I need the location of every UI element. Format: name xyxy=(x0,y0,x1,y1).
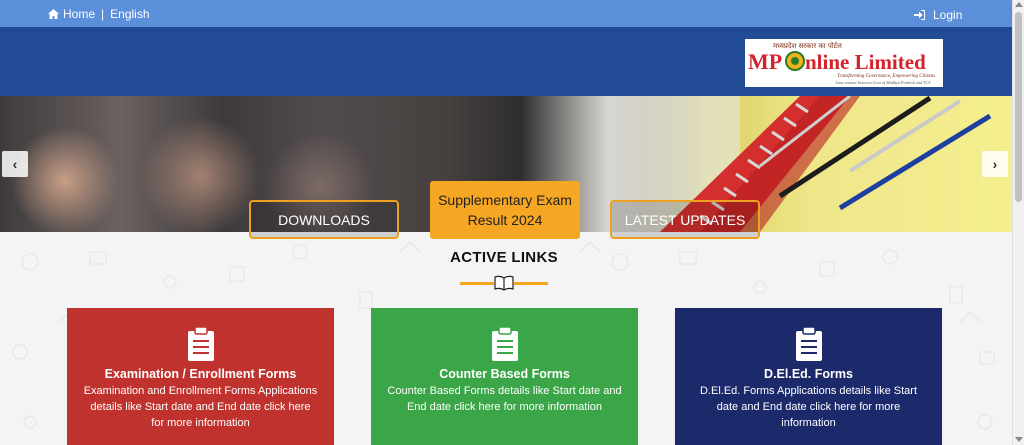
top-nav: Home | English xyxy=(48,7,150,21)
svg-text:मध्यप्रदेश सरकार का पोर्टल: मध्यप्रदेश सरकार का पोर्टल xyxy=(773,41,842,50)
sign-in-icon[interactable] xyxy=(914,10,925,20)
book-icon xyxy=(494,275,514,291)
carousel-next-button[interactable]: › xyxy=(982,151,1008,177)
top-bar: Home | English Login xyxy=(0,0,1012,27)
scrollbar-thumb[interactable] xyxy=(1015,12,1022,202)
result-tab-line1: Supplementary Exam xyxy=(438,192,572,208)
deled-forms-card[interactable]: D.El.Ed. Forms D.El.Ed. Forms Applicatio… xyxy=(675,308,942,445)
downloads-tab[interactable]: DOWNLOADS xyxy=(249,200,399,239)
svg-text:nline Limited: nline Limited xyxy=(805,50,926,74)
clipboard-icon xyxy=(795,326,822,361)
home-link[interactable]: Home xyxy=(63,7,95,21)
scroll-up-arrow[interactable] xyxy=(1015,2,1023,7)
chevron-left-icon: ‹ xyxy=(12,156,18,172)
card-title: D.El.Ed. Forms xyxy=(764,367,853,381)
card-title: Examination / Enrollment Forms xyxy=(104,367,297,381)
svg-text:MP: MP xyxy=(748,49,782,74)
examination-forms-card[interactable]: Examination / Enrollment Forms Examinati… xyxy=(67,308,334,445)
card-description: D.El.Ed. Forms Applications details like… xyxy=(699,385,918,429)
card-description: Examination and Enrollment Forms Applica… xyxy=(83,385,318,429)
nav-separator: | xyxy=(101,7,105,21)
svg-text:Joint venture between Govt of: Joint venture between Govt of Madhya Pra… xyxy=(835,80,931,85)
chevron-right-icon: › xyxy=(992,156,998,172)
login-link[interactable]: Login xyxy=(933,8,962,22)
carousel-prev-button[interactable]: ‹ xyxy=(2,151,28,177)
mponline-logo[interactable]: मध्यप्रदेश सरकार का पोर्टल MP nline Limi… xyxy=(745,39,943,87)
divider-line xyxy=(460,282,494,285)
language-link[interactable]: English xyxy=(110,7,149,21)
site-header: मध्यप्रदेश सरकार का पोर्टल MP nline Limi… xyxy=(0,27,1012,96)
counter-based-forms-card[interactable]: Counter Based Forms Counter Based Forms … xyxy=(371,308,638,445)
latest-updates-tab[interactable]: LATEST UPDATES xyxy=(610,200,760,239)
result-tab-line2: Result 2024 xyxy=(467,212,543,228)
clipboard-icon xyxy=(187,326,214,361)
active-links-heading: ACTIVE LINKS xyxy=(450,249,558,266)
clipboard-icon xyxy=(491,326,518,361)
heading-divider xyxy=(460,274,548,292)
supplementary-result-tab[interactable]: Supplementary Exam Result 2024 xyxy=(430,181,580,239)
home-icon[interactable] xyxy=(48,9,59,19)
login-area[interactable]: Login xyxy=(914,8,962,22)
card-title: Counter Based Forms xyxy=(439,367,570,381)
card-description: Counter Based Forms details like Start d… xyxy=(387,385,622,413)
divider-line xyxy=(514,282,548,285)
page-scrollbar[interactable] xyxy=(1012,0,1024,445)
scroll-down-arrow[interactable] xyxy=(1015,437,1023,442)
svg-text:Transforming Governance, Empow: Transforming Governance, Empowering Citi… xyxy=(837,74,935,79)
